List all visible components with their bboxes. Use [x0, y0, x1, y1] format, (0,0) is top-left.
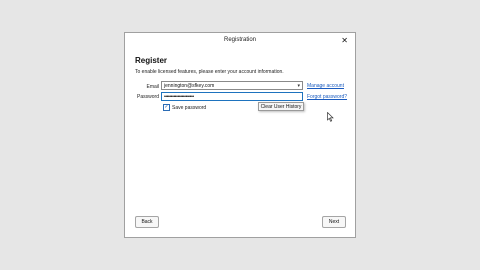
close-icon[interactable]: ✕: [341, 36, 348, 45]
registration-dialog: Registration ✕ Register To enable licens…: [124, 32, 356, 238]
email-label: Email: [146, 84, 159, 90]
page-heading: Register: [135, 56, 168, 65]
password-label: Password: [137, 94, 159, 100]
email-value: jennington@sfkey.com: [164, 83, 215, 89]
mouse-pointer-icon: [327, 112, 334, 122]
context-menu-item-clear-history[interactable]: Clear User History: [258, 102, 304, 111]
instructions-text: To enable licensed features, please ente…: [135, 69, 284, 75]
title-bar: Registration ✕: [125, 33, 355, 49]
next-button[interactable]: Next: [322, 216, 346, 228]
back-button[interactable]: Back: [135, 216, 159, 228]
manage-account-link[interactable]: Manage account: [307, 83, 344, 89]
save-password-row[interactable]: ✓ Save password: [163, 104, 206, 111]
email-field[interactable]: jennington@sfkey.com ▾: [161, 81, 303, 90]
dialog-title: Registration: [223, 37, 256, 43]
save-password-label: Save password: [172, 104, 207, 111]
forgot-password-link[interactable]: Forgot password?: [307, 94, 347, 100]
save-password-checkbox[interactable]: ✓: [163, 104, 170, 111]
chevron-down-icon[interactable]: ▾: [297, 82, 300, 90]
password-field[interactable]: ••••••••••••••••••••••: [161, 92, 303, 101]
